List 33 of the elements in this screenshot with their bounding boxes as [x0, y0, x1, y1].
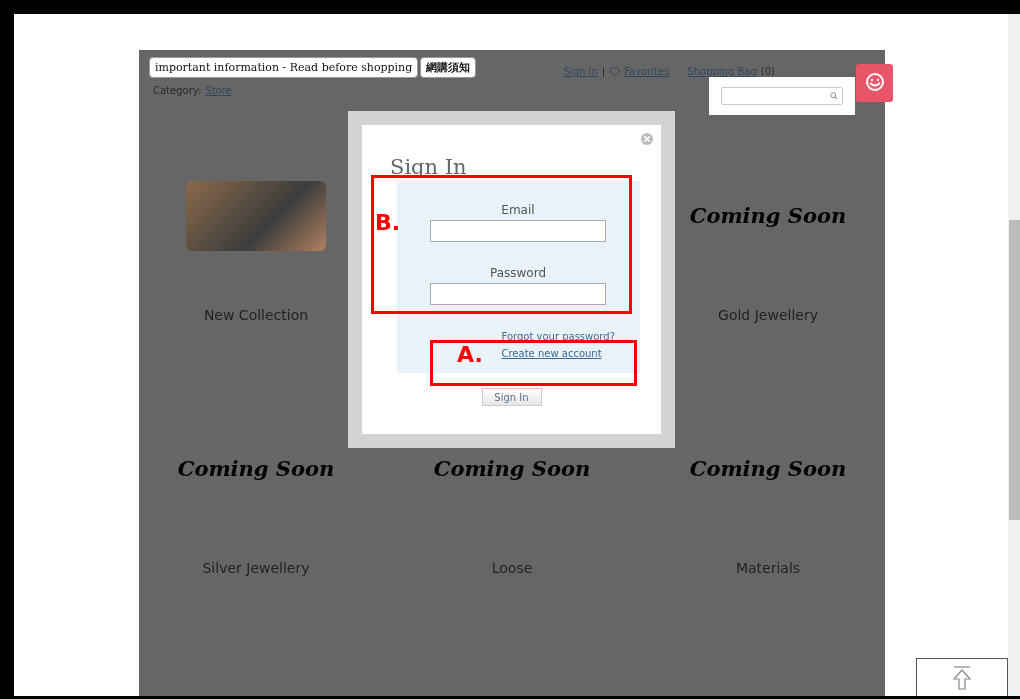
password-label: Password	[489, 266, 547, 280]
close-icon	[644, 136, 650, 142]
back-to-top-button[interactable]	[916, 658, 1008, 696]
create-account-link[interactable]: Create new account	[501, 348, 602, 359]
info-button[interactable]: important information - Read before shopping	[149, 57, 419, 78]
bag-count: (0)	[760, 66, 775, 77]
close-button[interactable]	[641, 133, 653, 145]
category-label: Category:	[153, 85, 202, 96]
category-title[interactable]: Materials	[735, 560, 801, 576]
scrollbar-thumb[interactable]	[1009, 220, 1020, 520]
category-title[interactable]: Gold Jewellery	[718, 307, 818, 323]
search-field[interactable]	[721, 87, 843, 105]
up-arrow-icon	[952, 664, 972, 691]
category-title[interactable]: Loose	[491, 560, 533, 576]
coming-soon-image: Coming Soon	[689, 456, 847, 481]
heart-icon	[609, 66, 621, 77]
coming-soon-image: Coming Soon	[177, 456, 335, 481]
sign-in-button[interactable]: Sign In	[481, 388, 542, 406]
search-icon	[830, 92, 838, 100]
coming-soon-image: Coming Soon	[689, 203, 847, 228]
chat-button[interactable]	[856, 64, 893, 102]
category-title[interactable]: New Collection	[203, 307, 309, 323]
smiley-face-icon	[863, 72, 886, 94]
annotation-label: A.	[457, 342, 483, 367]
email-field[interactable]	[430, 220, 606, 242]
category-title[interactable]: Silver Jewellery	[202, 560, 310, 576]
scrollbar[interactable]	[1008, 14, 1020, 696]
annotation-label: B.	[375, 210, 401, 235]
coming-soon-image: Coming Soon	[433, 456, 591, 481]
email-label: Email	[501, 203, 535, 217]
info-button[interactable]: 網購須知	[420, 57, 477, 78]
separator: |	[601, 66, 606, 77]
password-field[interactable]	[430, 283, 606, 305]
